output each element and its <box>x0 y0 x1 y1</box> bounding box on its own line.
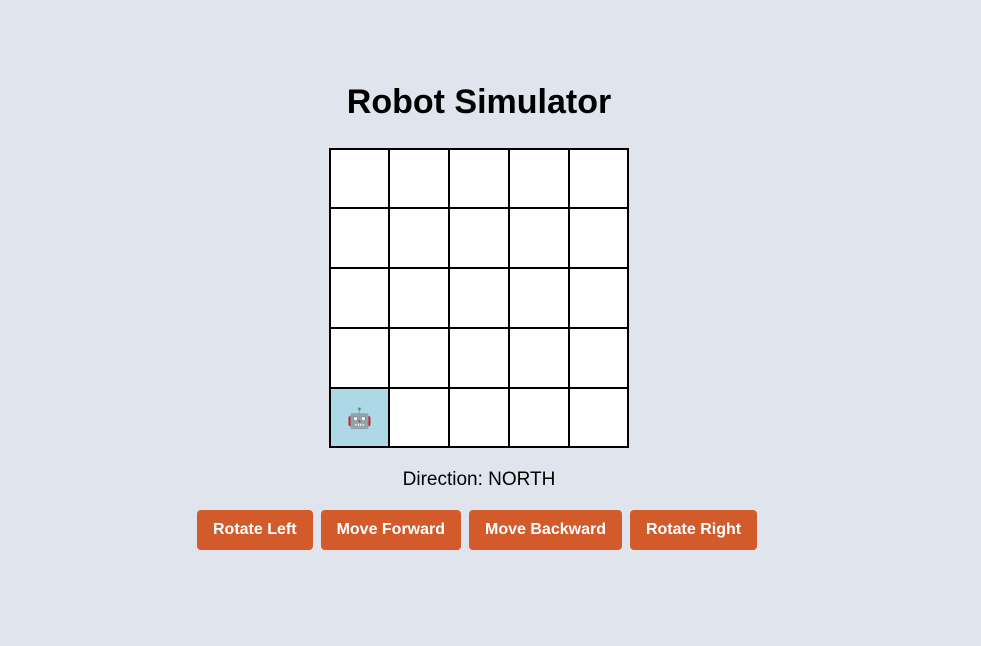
move-backward-button[interactable]: Move Backward <box>469 510 622 550</box>
grid-cell <box>508 387 570 448</box>
grid-cell <box>329 148 390 209</box>
grid-cell <box>388 148 450 209</box>
grid-cell <box>448 148 510 209</box>
grid-cell <box>388 267 450 329</box>
grid-cell <box>329 267 390 329</box>
grid-cell <box>568 148 629 209</box>
grid-cell <box>388 207 450 269</box>
move-forward-button[interactable]: Move Forward <box>320 510 462 550</box>
grid-cell <box>508 327 570 389</box>
rotate-right-button[interactable]: Rotate Right <box>629 510 758 550</box>
grid-cell <box>388 327 450 389</box>
robot-grid: 🤖 <box>329 148 629 448</box>
grid-cell <box>448 207 510 269</box>
grid-cell <box>448 267 510 329</box>
rotate-left-button[interactable]: Rotate Left <box>197 510 313 550</box>
page-title: Robot Simulator <box>346 83 612 121</box>
robot-icon: 🤖 <box>347 405 372 430</box>
control-buttons: Rotate Left Move Forward Move Backward R… <box>197 510 758 550</box>
grid-cell-robot: 🤖 <box>329 387 390 448</box>
grid-cell <box>388 387 450 448</box>
grid-cell <box>568 327 629 389</box>
grid-cell <box>508 148 570 209</box>
grid-cell <box>329 207 390 269</box>
grid-cell <box>448 387 510 448</box>
grid-cell <box>448 327 510 389</box>
grid-cell <box>508 267 570 329</box>
grid-cell <box>568 207 629 269</box>
grid-cell <box>568 267 629 329</box>
grid-cell <box>568 387 629 448</box>
grid-cell <box>329 327 390 389</box>
direction-status: Direction: NORTH <box>402 469 556 490</box>
grid-cell <box>508 207 570 269</box>
